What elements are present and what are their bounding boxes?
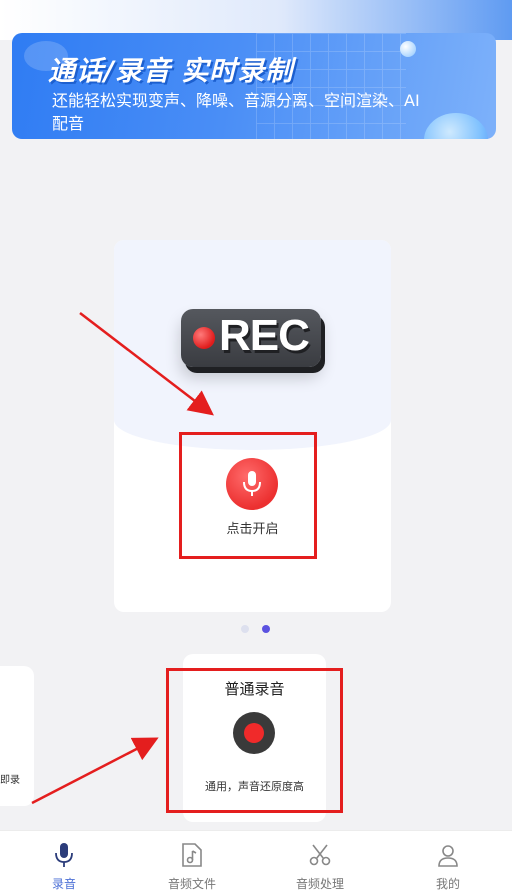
- tab-label: 音频处理: [295, 877, 344, 891]
- music-file-icon: [178, 841, 206, 869]
- banner-orb-decoration: [424, 113, 488, 139]
- user-icon: [434, 841, 462, 869]
- bottom-tab-bar: 录音 音频文件 音频处理 我的: [0, 830, 512, 896]
- tab-audio-processing[interactable]: 音频处理: [256, 831, 384, 896]
- carousel-indicator: [241, 625, 270, 633]
- rec-dot-icon: [193, 327, 215, 349]
- promo-banner[interactable]: 通话/录音 实时录制 还能轻松实现变声、降噪、音源分离、空间渲染、AI配音: [12, 33, 496, 139]
- carousel-dot[interactable]: [241, 625, 249, 633]
- rec-badge-text: REC: [219, 311, 310, 360]
- mic-icon: [50, 841, 78, 869]
- scissors-icon: [306, 841, 334, 869]
- tab-label: 录音: [51, 877, 76, 891]
- tab-audio-files[interactable]: 音频文件: [128, 831, 256, 896]
- tab-label: 音频文件: [167, 877, 216, 891]
- banner-subtitle: 还能轻松实现变声、降噪、音源分离、空间渲染、AI配音: [52, 91, 420, 133]
- rec-badge-icon: REC: [181, 309, 321, 367]
- previous-mode-label: 即录: [0, 775, 20, 786]
- tab-mine[interactable]: 我的: [384, 831, 512, 896]
- highlight-box-start: [179, 432, 317, 559]
- carousel-dot-active[interactable]: [262, 625, 270, 633]
- banner-title: 通话/录音 实时录制: [48, 56, 294, 87]
- arrow-to-mode-card: [31, 737, 159, 805]
- banner-sphere-icon: [400, 41, 416, 57]
- tab-record[interactable]: 录音: [0, 831, 128, 896]
- tab-label: 我的: [435, 877, 460, 891]
- highlight-box-mode: [166, 668, 343, 813]
